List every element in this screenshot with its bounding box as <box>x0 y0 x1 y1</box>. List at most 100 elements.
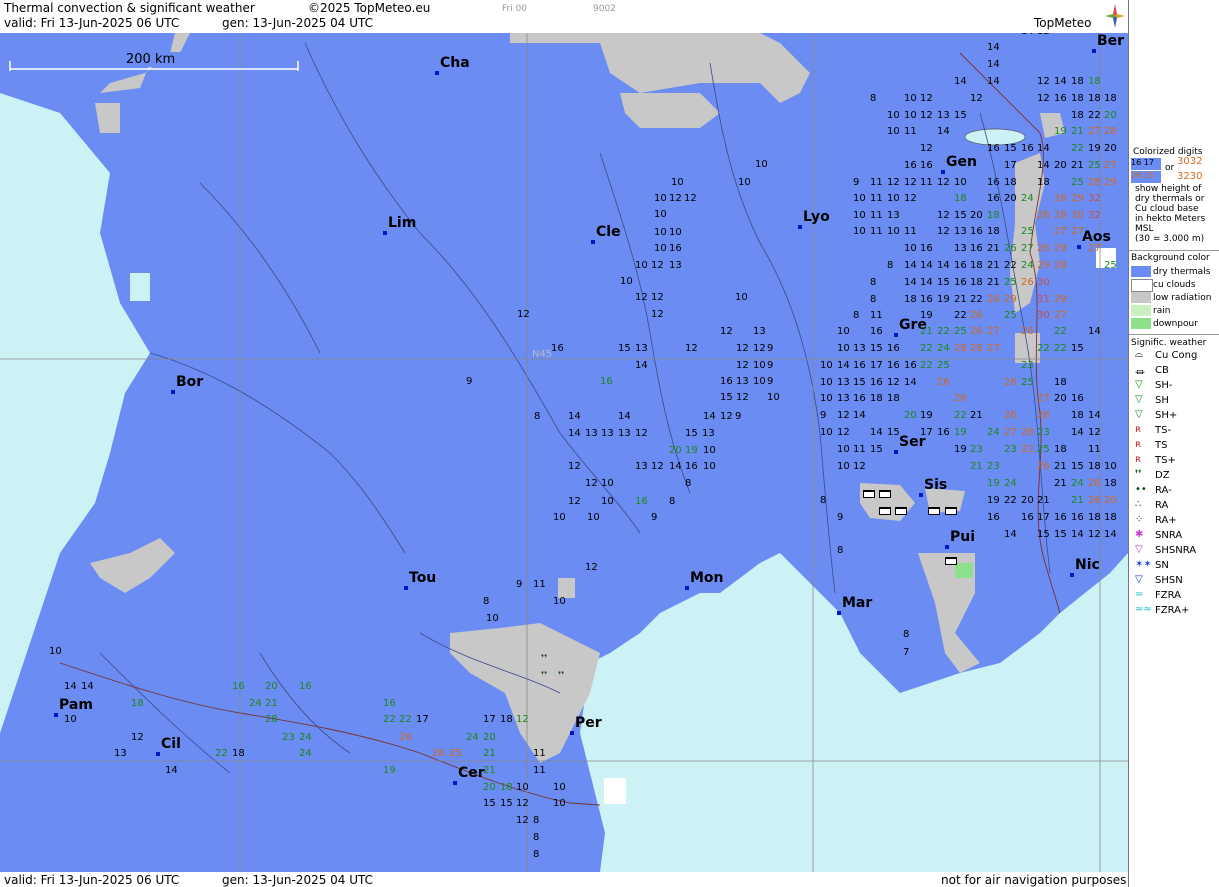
thermal-height-digit: 21 <box>483 765 496 776</box>
legend-weather-label: RA- <box>1155 485 1172 496</box>
thermal-height-digit: 21 <box>987 243 1000 254</box>
thermal-height-digit: 16 <box>551 343 564 354</box>
thermal-height-digit: 16 <box>887 360 900 371</box>
thermal-height-digit: 22 <box>1054 343 1067 354</box>
thermal-height-digit: 19 <box>954 444 967 455</box>
cb-icon <box>879 490 891 498</box>
thermal-height-digit: 15 <box>500 798 513 809</box>
thermal-height-digit: 29 <box>1071 193 1084 204</box>
thermal-height-digit: 18 <box>1088 93 1101 104</box>
thermal-height-digit: 28 <box>1088 177 1101 188</box>
thermal-height-digit: 15 <box>1071 343 1084 354</box>
thermal-height-digit: 12 <box>669 193 682 204</box>
thermal-height-digit: 18 <box>1088 512 1101 523</box>
legend-swatch-label: low radiation <box>1153 293 1212 303</box>
thermal-height-digit: 18 <box>1071 410 1084 421</box>
city-label: Lim <box>388 215 417 231</box>
city-marker <box>798 225 802 229</box>
thunderstorm-icon: ʀ <box>1135 439 1142 450</box>
thermal-height-digit: 10 <box>904 110 917 121</box>
thermal-height-digit: 8 <box>483 596 490 607</box>
thermal-height-digit: 22 <box>920 360 933 371</box>
thermal-height-digit: 22 <box>1088 110 1101 121</box>
thermal-height-digit: 14 <box>870 427 883 438</box>
thermal-height-digit: 18 <box>500 782 513 793</box>
thermal-height-digit: 18 <box>1104 93 1117 104</box>
thermal-height-digit: 11 <box>853 444 866 455</box>
thermal-height-digit: 10 <box>820 360 833 371</box>
thermal-height-digit: 10 <box>654 209 667 220</box>
city-marker <box>453 781 457 785</box>
thermal-height-digit: 20 <box>1104 495 1117 506</box>
thermal-height-digit: 8 <box>837 545 844 556</box>
thermal-height-digit: 24 <box>987 427 1000 438</box>
thermal-height-digit: 23 <box>1021 360 1034 371</box>
thermal-height-digit: 16 <box>383 698 396 709</box>
thermal-height-digit: 8 <box>533 849 540 860</box>
thermal-height-digit: 18 <box>904 294 917 305</box>
thermal-height-digit: 15 <box>1054 529 1067 540</box>
thermal-height-digit: 8 <box>870 277 877 288</box>
thermal-height-digit: 22 <box>1021 444 1034 455</box>
thermal-height-digit: 16 <box>904 160 917 171</box>
thermal-height-digit: 16 <box>720 376 733 387</box>
legend-weather-label: Cu Cong <box>1155 350 1198 361</box>
legend-description-line: Cu cloud base <box>1135 204 1199 214</box>
legend-description-line: (30 = 3.000 m) <box>1135 234 1205 244</box>
thermal-height-digit: 9 <box>837 512 844 523</box>
thermal-height-digit: 10 <box>553 798 566 809</box>
snow-shower-icon: ▽ <box>1135 574 1143 585</box>
thermal-height-digit: 16 <box>1021 143 1034 154</box>
thermal-height-digit: 29 <box>1004 294 1017 305</box>
thermal-height-digit: 18 <box>1088 461 1101 472</box>
city-label: Mar <box>842 595 873 611</box>
city-marker <box>941 170 945 174</box>
thermal-height-digit: 13 <box>954 243 967 254</box>
map-footer: valid: Fri 13-Jun-2025 06 UTC gen: 13-Ju… <box>0 872 1128 887</box>
city-label: Lyo <box>803 209 830 225</box>
legend-description-line: MSL <box>1135 224 1154 234</box>
thermal-height-digit: 10 <box>620 276 633 287</box>
thermal-height-digit: 14 <box>1037 143 1050 154</box>
city-label: Nic <box>1075 557 1100 573</box>
thermal-height-digit: 11 <box>533 579 546 590</box>
thermal-height-digit: 29 <box>1104 177 1117 188</box>
disclaimer: not for air navigation purposes <box>941 873 1127 887</box>
thermal-height-digit: 10 <box>837 444 850 455</box>
city-label: Cer <box>458 765 485 781</box>
thermal-height-digit: 21 <box>265 698 278 709</box>
snow-icon: ✶✶ <box>1135 559 1152 570</box>
thermal-height-digit: 25 <box>1037 444 1050 455</box>
thermal-height-digit: 14 <box>1004 529 1017 540</box>
thermal-height-digit: 11 <box>870 210 883 221</box>
cb-icon <box>928 507 940 515</box>
thermal-height-digit: 13 <box>702 428 715 439</box>
thermal-height-digit: 14 <box>635 360 648 371</box>
thermal-height-digit: 10 <box>654 227 667 238</box>
thermal-height-digit: 8 <box>820 495 827 506</box>
thermal-height-digit: 11 <box>870 177 883 188</box>
thermal-height-digit: 30 <box>1037 310 1050 321</box>
thermal-height-digit: 16 <box>232 681 245 692</box>
digit-sample-c: 3032 <box>1177 156 1203 167</box>
city-label: Ber <box>1097 33 1125 49</box>
thermal-height-digit: 20 <box>483 732 496 743</box>
legend-swatch <box>1131 305 1151 316</box>
legend-weather-label: TS+ <box>1155 455 1176 466</box>
thermal-height-digit: 24 <box>466 732 479 743</box>
thermal-height-digit: 12 <box>1088 427 1101 438</box>
thermal-height-digit: 18 <box>1088 76 1101 87</box>
cb-icon: ⏛ <box>1135 368 1145 379</box>
thermal-height-digit: 12 <box>920 110 933 121</box>
thermal-height-digit: 19 <box>1054 126 1067 137</box>
thermal-height-digit: 19 <box>987 478 1000 489</box>
thermal-height-digit: 11 <box>1088 444 1101 455</box>
thermal-height-digit: 18 <box>970 260 983 271</box>
thermal-height-digit: 18 <box>887 393 900 404</box>
thermal-height-digit: 13 <box>618 428 631 439</box>
thermal-height-digit: 16 <box>669 243 682 254</box>
city-marker <box>685 586 689 590</box>
city-marker <box>919 493 923 497</box>
thermal-height-digit: 25 <box>937 360 950 371</box>
thermal-height-digit: 13 <box>837 393 850 404</box>
